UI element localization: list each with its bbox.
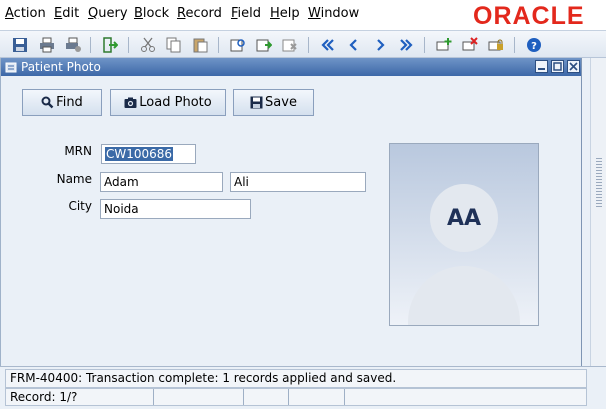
exit-icon[interactable] xyxy=(100,35,120,55)
record-indicator: Record: 1/? xyxy=(10,390,78,404)
menu-action[interactable]: Action xyxy=(5,6,46,21)
status-message: FRM-40400: Transaction complete: 1 recor… xyxy=(5,369,587,388)
avatar: AA xyxy=(430,184,498,252)
status-cell xyxy=(153,389,154,405)
first-name-field[interactable]: Adam xyxy=(100,172,223,192)
next-record-icon[interactable] xyxy=(370,35,390,55)
vertical-scrollbar[interactable] xyxy=(590,58,606,366)
menu-field[interactable]: Field xyxy=(231,6,261,21)
cancel-query-icon[interactable] xyxy=(280,35,300,55)
close-button[interactable] xyxy=(567,60,580,73)
menu-record[interactable]: Record xyxy=(177,6,222,21)
menu-block[interactable]: Block xyxy=(134,6,169,21)
mrn-field[interactable]: CW100686 xyxy=(101,144,196,164)
menu-help[interactable]: Help xyxy=(270,6,300,21)
execute-query-icon[interactable] xyxy=(254,35,274,55)
toolbar-separator xyxy=(128,37,129,53)
toolbar-separator xyxy=(308,37,309,53)
help-icon[interactable]: ? xyxy=(524,35,544,55)
status-bar: FRM-40400: Transaction complete: 1 recor… xyxy=(0,366,606,409)
minimize-button[interactable] xyxy=(535,60,548,73)
avatar-body xyxy=(408,266,520,325)
status-cell xyxy=(243,389,244,405)
previous-record-icon[interactable] xyxy=(344,35,364,55)
menu-edit[interactable]: Edit xyxy=(54,6,79,21)
status-record-row: Record: 1/? xyxy=(5,388,587,406)
print-icon[interactable] xyxy=(37,35,57,55)
find-button[interactable]: Find xyxy=(22,89,102,116)
cut-icon[interactable] xyxy=(138,35,158,55)
maximize-button[interactable] xyxy=(551,60,564,73)
oracle-logo-text: ORACLE xyxy=(473,2,585,28)
delete-record-icon[interactable] xyxy=(460,35,480,55)
city-label: City xyxy=(68,199,92,213)
window-title: Patient Photo xyxy=(21,60,101,74)
status-cell xyxy=(344,389,345,405)
camera-icon xyxy=(124,97,137,108)
window-titlebar[interactable]: Patient Photo xyxy=(1,58,581,76)
menu-bar: Action Edit Query Block Record Field Hel… xyxy=(0,0,606,30)
menu-query[interactable]: Query xyxy=(88,6,128,21)
lock-record-icon[interactable] xyxy=(486,35,506,55)
save-button-label: Save xyxy=(265,95,297,110)
last-record-icon[interactable] xyxy=(396,35,416,55)
minimize-icon xyxy=(538,68,545,70)
toolbar-separator xyxy=(218,37,219,53)
paste-icon[interactable] xyxy=(190,35,210,55)
load-photo-button[interactable]: Load Photo xyxy=(110,89,226,116)
save-icon[interactable] xyxy=(10,35,30,55)
svg-text:?: ? xyxy=(531,41,537,52)
form-icon xyxy=(5,62,17,73)
toolbar-separator xyxy=(424,37,425,53)
maximize-icon xyxy=(553,62,562,71)
save-button[interactable]: Save xyxy=(233,89,314,116)
name-label: Name xyxy=(56,172,92,186)
mrn-label: MRN xyxy=(64,144,92,158)
print-setup-icon[interactable] xyxy=(63,35,83,55)
close-icon xyxy=(569,62,578,71)
patient-photo: AA xyxy=(389,143,539,326)
find-button-label: Find xyxy=(56,95,83,110)
insert-record-icon[interactable] xyxy=(434,35,454,55)
toolbar-separator xyxy=(90,37,91,53)
menu-window[interactable]: Window xyxy=(308,6,359,21)
scrollbar-grip[interactable] xyxy=(596,158,602,208)
search-icon xyxy=(41,96,54,109)
status-cell xyxy=(288,389,289,405)
toolbar: ? xyxy=(0,30,606,58)
floppy-disk-icon xyxy=(250,96,263,109)
enter-query-icon[interactable] xyxy=(228,35,248,55)
last-name-field[interactable]: Ali xyxy=(230,172,366,192)
oracle-logo: ORACLE xyxy=(473,2,585,28)
patient-photo-window: Patient Photo Find Load Photo Save MRN C… xyxy=(0,58,582,366)
city-field[interactable]: Noida xyxy=(100,199,251,219)
mrn-value: CW100686 xyxy=(105,147,174,161)
toolbar-separator xyxy=(514,37,515,53)
first-record-icon[interactable] xyxy=(318,35,338,55)
load-photo-button-label: Load Photo xyxy=(139,95,212,110)
copy-icon[interactable] xyxy=(164,35,184,55)
